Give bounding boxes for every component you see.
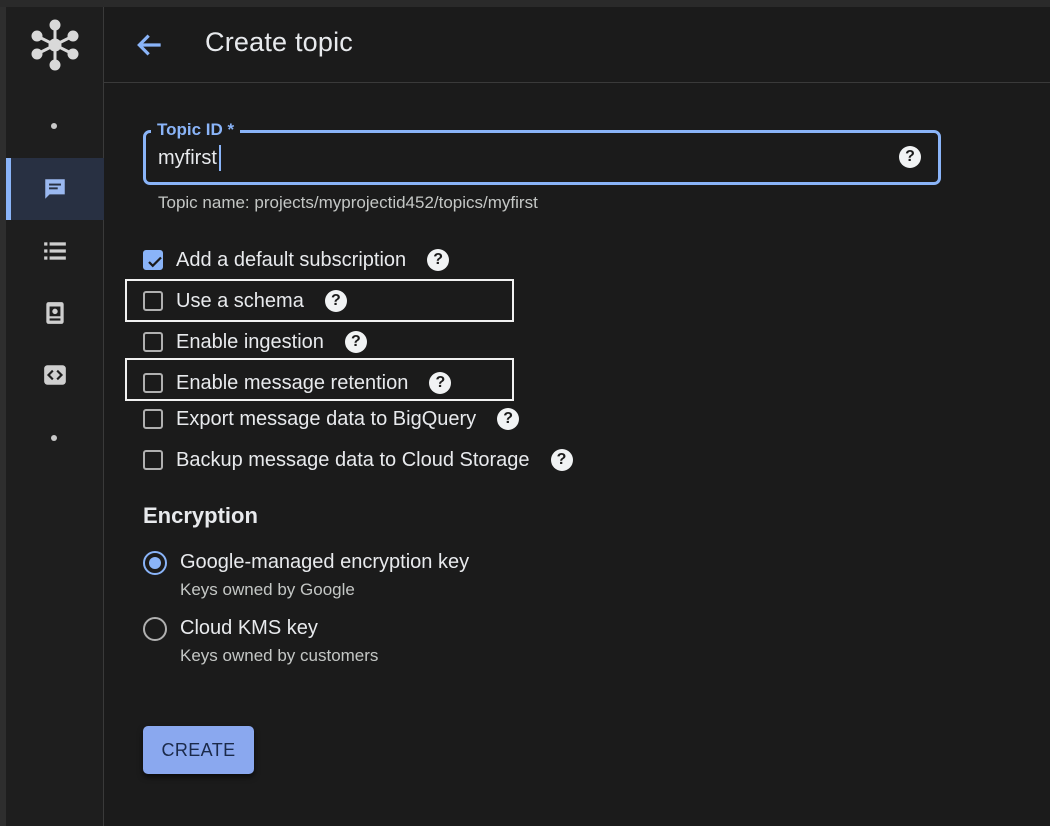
- snapshot-icon: [46, 302, 64, 324]
- encryption-heading: Encryption: [143, 503, 258, 528]
- cloud-kms-key-sublabel: Keys owned by customers: [180, 646, 379, 665]
- nav-schemas[interactable]: [6, 344, 104, 406]
- rail-dot: [51, 123, 57, 129]
- side-nav-rail: [0, 7, 104, 826]
- google-managed-key-radio[interactable]: [143, 551, 167, 575]
- highlight-box-use-schema: [125, 279, 514, 322]
- backup-cloud-storage-help-icon[interactable]: ?: [550, 449, 573, 471]
- code-icon: [44, 365, 66, 385]
- enable-ingestion-checkbox[interactable]: [143, 332, 163, 352]
- create-button[interactable]: CREATE: [143, 726, 254, 774]
- option-backup-cloud-storage[interactable]: Backup message data to Cloud Storage ?: [143, 446, 573, 474]
- default-subscription-help-icon[interactable]: ?: [427, 249, 450, 271]
- nav-topics[interactable]: [6, 158, 104, 220]
- topic-id-help-icon[interactable]: ?: [899, 146, 921, 168]
- window-top-bar: [0, 0, 1050, 7]
- highlight-box-message-retention: [125, 358, 514, 401]
- topic-name-hint: Topic name: projects/myprojectid452/topi…: [158, 193, 538, 212]
- default-subscription-label: Add a default subscription: [176, 248, 407, 271]
- enable-ingestion-help-icon[interactable]: ?: [344, 331, 367, 353]
- page-title: Create topic: [205, 27, 353, 57]
- back-arrow-icon[interactable]: [134, 29, 166, 61]
- cloud-kms-key-radio[interactable]: [143, 617, 167, 641]
- google-managed-key-label: Google-managed encryption key: [180, 551, 470, 573]
- option-default-subscription[interactable]: Add a default subscription ?: [143, 246, 450, 274]
- option-export-bigquery[interactable]: Export message data to BigQuery ?: [143, 405, 520, 433]
- nav-snapshots[interactable]: [6, 282, 104, 344]
- backup-cloud-storage-checkbox[interactable]: [143, 450, 163, 470]
- pubsub-logo-icon[interactable]: [31, 19, 79, 71]
- rail-edge: [0, 7, 6, 826]
- rail-dot: [51, 435, 57, 441]
- export-bigquery-label: Export message data to BigQuery: [176, 407, 477, 430]
- topic-id-input[interactable]: [158, 144, 858, 172]
- checkmark-icon: [148, 256, 162, 268]
- export-bigquery-checkbox[interactable]: [143, 409, 163, 429]
- text-caret: [219, 145, 221, 171]
- enable-ingestion-label: Enable ingestion: [176, 330, 324, 353]
- option-enable-ingestion[interactable]: Enable ingestion ?: [143, 328, 367, 356]
- google-managed-key-sublabel: Keys owned by Google: [180, 580, 355, 599]
- topic-id-label: Topic ID *: [151, 120, 241, 140]
- export-bigquery-help-icon[interactable]: ?: [497, 408, 520, 430]
- backup-cloud-storage-label: Backup message data to Cloud Storage: [176, 448, 530, 471]
- cloud-kms-key-label: Cloud KMS key: [180, 617, 318, 639]
- messages-icon: [45, 179, 65, 199]
- default-subscription-checkbox[interactable]: [143, 250, 163, 270]
- page-header: Create topic: [104, 7, 1050, 83]
- nav-subscriptions[interactable]: [6, 220, 104, 282]
- list-icon: [44, 242, 66, 260]
